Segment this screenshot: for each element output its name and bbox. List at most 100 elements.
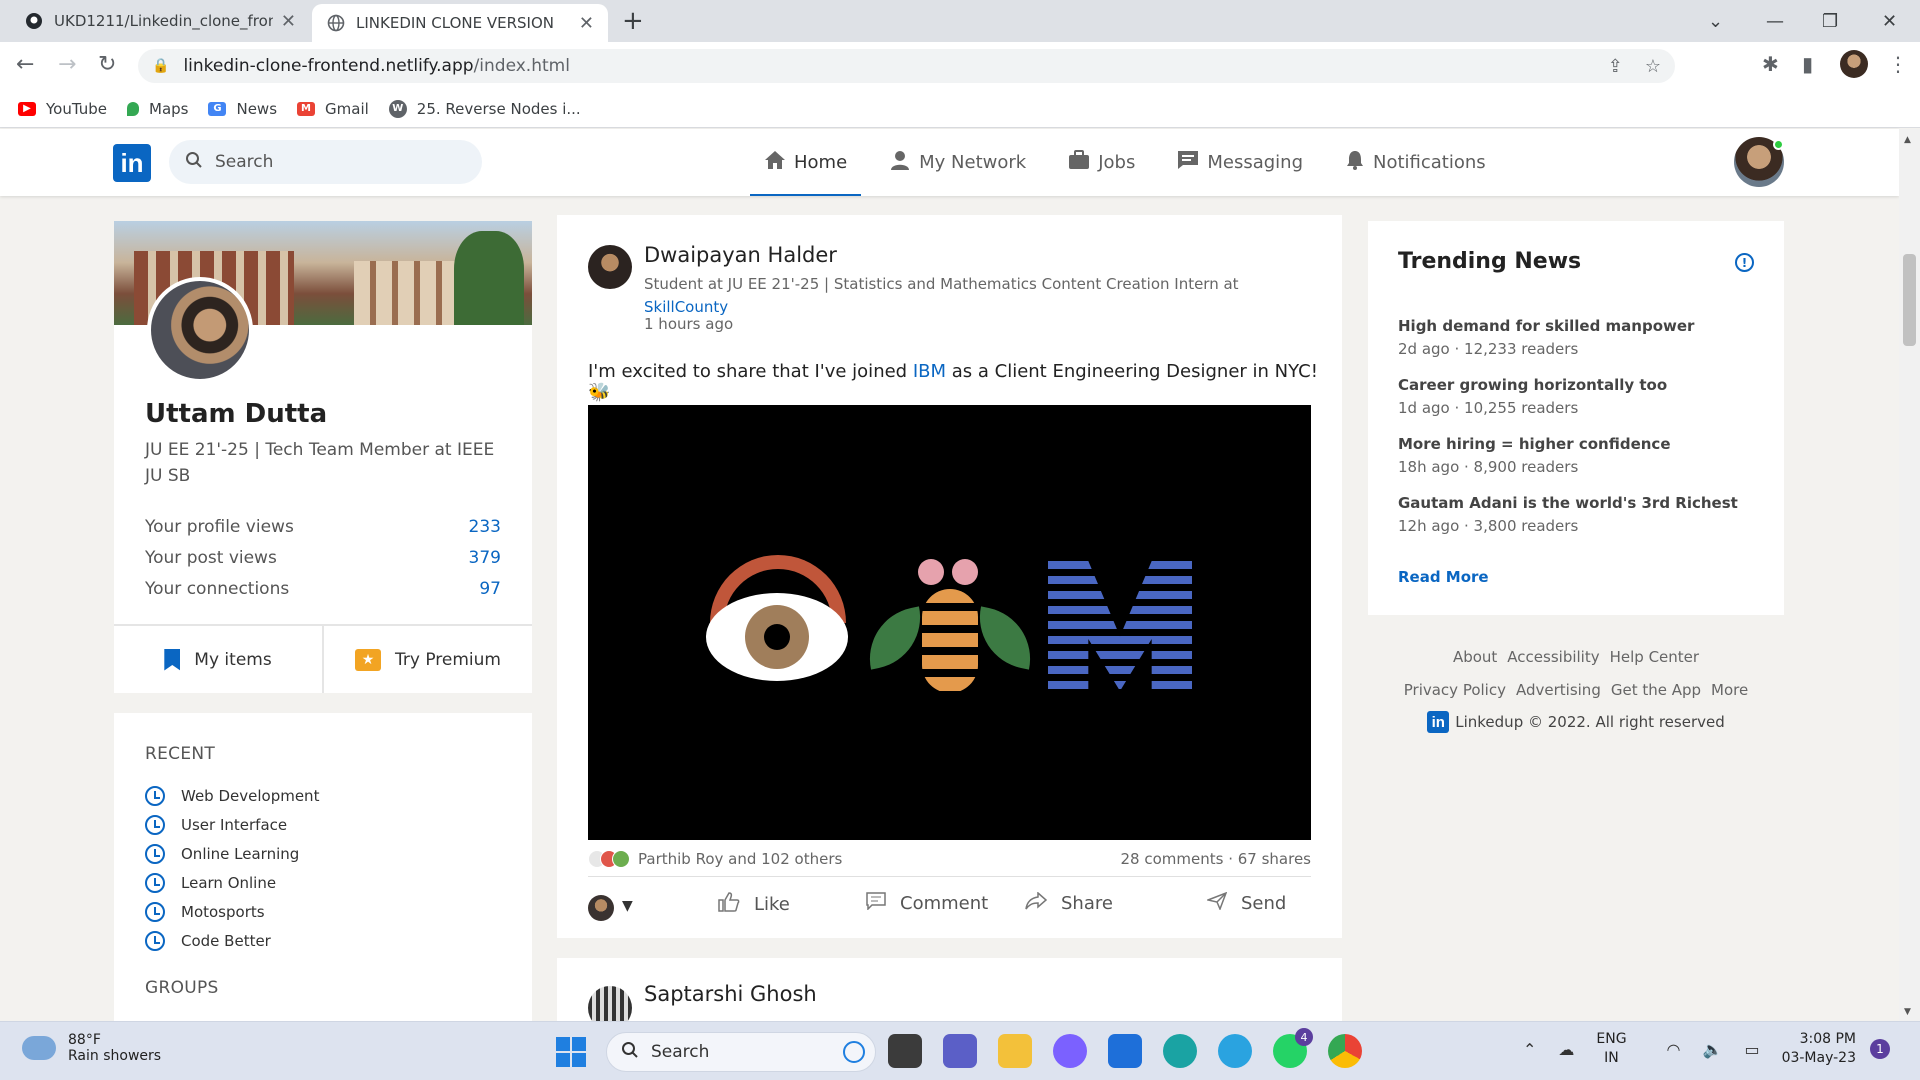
comment-button[interactable]: Comment [866, 892, 988, 915]
post-text-link[interactable]: IBM [913, 361, 946, 382]
windows-start-icon[interactable] [556, 1037, 586, 1067]
bookmark-star-icon[interactable]: ☆ [1645, 56, 1661, 77]
nav-jobs[interactable]: Jobs [1054, 129, 1149, 196]
post-image[interactable] [588, 405, 1311, 840]
post-author-avatar[interactable] [588, 245, 632, 289]
extensions-icon[interactable]: ✱ [1762, 52, 1779, 76]
scrollbar-thumb[interactable] [1903, 254, 1916, 346]
footer-link-get-the-app[interactable]: Get the App [1611, 681, 1701, 699]
post-author-name[interactable]: Dwaipayan Halder [644, 243, 837, 267]
notification-badge[interactable]: 1 [1870, 1039, 1890, 1059]
page-scrollbar[interactable]: ▲ ▼ [1899, 129, 1920, 1021]
whatsapp-icon[interactable]: 4 [1273, 1028, 1313, 1068]
footer-link-about[interactable]: About [1453, 648, 1497, 666]
language-indicator[interactable]: ENG IN [1596, 1030, 1626, 1068]
reload-icon[interactable]: ↻ [98, 52, 116, 77]
try-premium-button[interactable]: ★ Try Premium [322, 626, 532, 693]
post-author-avatar[interactable] [588, 986, 632, 1021]
post-subtitle-link[interactable]: SkillCounty [644, 298, 728, 316]
post-author-name[interactable]: Saptarshi Ghosh [644, 982, 817, 1006]
linkedin-logo[interactable]: in [113, 144, 151, 182]
address-bar[interactable]: 🔒 linkedin-clone-frontend.netlify.app/in… [138, 49, 1675, 83]
edge-icon[interactable] [1163, 1034, 1197, 1068]
recent-item[interactable]: Online Learning [145, 839, 319, 868]
header-avatar[interactable] [1734, 137, 1784, 187]
share-page-icon[interactable]: ⇪ [1608, 56, 1623, 77]
back-icon[interactable]: ← [16, 52, 34, 77]
history-icon [145, 814, 165, 835]
footer-link-help-center[interactable]: Help Center [1610, 648, 1699, 666]
reactor-avatar[interactable] [588, 895, 614, 921]
info-icon[interactable]: ! [1735, 253, 1754, 272]
reactions-summary[interactable]: Parthib Roy and 102 others [638, 850, 842, 868]
news-item[interactable]: Career growing horizontally too 1d ago ·… [1398, 376, 1738, 435]
news-item[interactable]: High demand for skilled manpower 2d ago … [1398, 317, 1738, 376]
browser-tab-linkedin-clone[interactable]: LINKEDIN CLONE VERSION ✕ [312, 4, 608, 42]
chevron-down-icon[interactable]: ▼ [622, 898, 633, 914]
close-tab-icon[interactable]: ✕ [281, 11, 296, 32]
profile-name[interactable]: Uttam Dutta [145, 399, 327, 429]
profile-avatar[interactable] [147, 277, 253, 383]
comments-shares-count[interactable]: 28 comments · 67 shares [1121, 850, 1312, 868]
taskbar-search[interactable]: Search [606, 1032, 876, 1072]
new-tab-icon[interactable]: + [622, 6, 644, 36]
browser-profile-avatar[interactable] [1840, 50, 1868, 78]
recent-item[interactable]: Code Better [145, 926, 319, 955]
side-panel-icon[interactable]: ▮ [1802, 52, 1813, 76]
stat-profile-views[interactable]: Your profile views 233 [145, 511, 501, 542]
bookmark-news[interactable]: G News [208, 100, 277, 118]
news-item[interactable]: More hiring = higher confidence 18h ago … [1398, 435, 1738, 494]
scroll-up-icon[interactable]: ▲ [1904, 135, 1911, 145]
share-button[interactable]: Share [1025, 891, 1113, 915]
bing-icon[interactable] [843, 1041, 865, 1063]
browser-menu-icon[interactable]: ⋮ [1888, 52, 1908, 76]
recent-item[interactable]: Web Development [145, 781, 319, 810]
recent-item[interactable]: Learn Online [145, 868, 319, 897]
recent-item[interactable]: User Interface [145, 810, 319, 839]
chrome-icon[interactable] [1328, 1034, 1362, 1068]
volume-icon[interactable]: 🔈 [1703, 1040, 1723, 1059]
bookmark-gmail[interactable]: M Gmail [297, 100, 369, 118]
mail-icon[interactable] [1108, 1034, 1142, 1068]
task-view-icon[interactable] [888, 1034, 922, 1068]
reaction-icons[interactable] [588, 850, 630, 868]
forward-icon[interactable]: → [58, 52, 76, 77]
show-hidden-icons-chevron-icon[interactable]: ⌃ [1523, 1040, 1536, 1059]
send-button[interactable]: Send [1205, 891, 1286, 915]
battery-icon[interactable]: ▭ [1744, 1040, 1759, 1059]
stat-post-views[interactable]: Your post views 379 [145, 542, 501, 573]
onedrive-icon[interactable]: ☁ [1558, 1040, 1574, 1059]
close-tab-icon[interactable]: ✕ [579, 13, 594, 34]
recent-item[interactable]: Motosports [145, 897, 319, 926]
teams-chat-icon[interactable] [943, 1034, 977, 1068]
bookmark-maps[interactable]: Maps [127, 100, 188, 118]
footer-link-more[interactable]: More [1711, 681, 1748, 699]
like-button[interactable]: Like [718, 892, 790, 917]
stat-connections[interactable]: Your connections 97 [145, 573, 501, 604]
footer-link-privacy-policy[interactable]: Privacy Policy [1404, 681, 1506, 699]
nav-home[interactable]: Home [750, 129, 862, 196]
nav-notifications[interactable]: Notifications [1331, 129, 1500, 196]
close-window-icon[interactable]: ✕ [1882, 0, 1897, 42]
search-input[interactable]: Search [169, 140, 482, 184]
telegram-icon[interactable] [1218, 1034, 1252, 1068]
read-more-link[interactable]: Read More [1398, 568, 1489, 586]
my-items-button[interactable]: My items [114, 626, 322, 693]
footer-link-advertising[interactable]: Advertising [1516, 681, 1601, 699]
minimize-icon[interactable]: — [1766, 0, 1784, 42]
restore-icon[interactable]: ❐ [1822, 0, 1838, 42]
copilot-icon[interactable] [1053, 1034, 1087, 1068]
weather-widget[interactable]: 88°F Rain showers [22, 1032, 161, 1064]
clock[interactable]: 3:08 PM 03-May-23 [1782, 1030, 1856, 1068]
nav-messaging[interactable]: Messaging [1163, 129, 1317, 196]
footer-link-accessibility[interactable]: Accessibility [1507, 648, 1599, 666]
bookmark-youtube[interactable]: ▶ YouTube [18, 100, 107, 118]
nav-my-network[interactable]: My Network [875, 129, 1040, 196]
bookmark-reverse-nodes[interactable]: W 25. Reverse Nodes i... [388, 99, 581, 118]
scroll-down-icon[interactable]: ▼ [1904, 1007, 1911, 1017]
news-item[interactable]: Gautam Adani is the world's 3rd Richest … [1398, 494, 1738, 553]
wifi-icon[interactable]: ◠ [1667, 1040, 1681, 1059]
browser-tab-github[interactable]: UKD1211/Linkedin_clone_fronten ✕ [10, 0, 310, 42]
file-explorer-icon[interactable] [998, 1034, 1032, 1068]
tab-search-chevron-icon[interactable]: ⌄ [1708, 0, 1723, 42]
